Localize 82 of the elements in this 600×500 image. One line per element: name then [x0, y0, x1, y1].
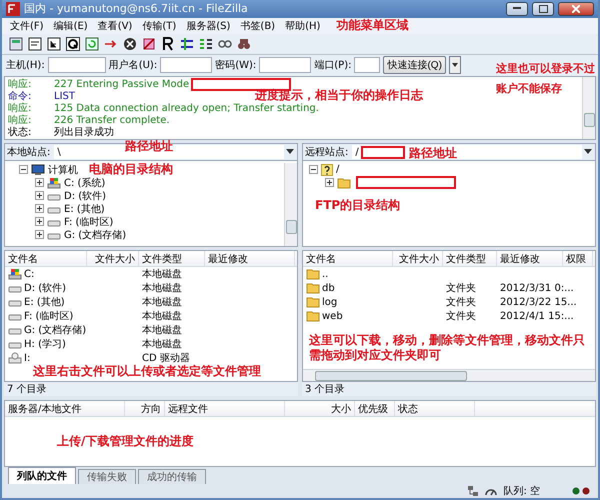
modified-date: 2012/3/31 0:...	[499, 282, 575, 294]
file-name[interactable]: F: (临时区)	[24, 309, 74, 324]
column-header[interactable]: 方向	[125, 401, 165, 416]
file-type: 本地磁盘	[141, 296, 183, 310]
annotation-text: 这里也可以登录不过账户不能保存	[496, 60, 596, 97]
file-name[interactable]: I:	[24, 352, 30, 364]
menu-item[interactable]: 书签(B)	[238, 18, 278, 33]
file-type: 本地磁盘	[141, 282, 183, 296]
tree-item[interactable]: E: (其他)	[64, 202, 105, 216]
tree-item[interactable]: /	[336, 164, 340, 176]
column-header[interactable]: 文件大小	[87, 251, 139, 266]
tree-item[interactable]: F: (临时区)	[64, 214, 114, 229]
log-label: 响应:	[8, 78, 32, 91]
log-message: 227 Entering Passive Mode	[54, 78, 190, 90]
column-header[interactable]: 优先级	[355, 401, 395, 416]
modified-date: 2012/3/22 15...	[499, 296, 578, 308]
file-name[interactable]: G: (文档存储)	[24, 323, 86, 338]
annotation-text: 上传/下载管理文件的进度	[57, 433, 194, 450]
column-header[interactable]: 文件名	[303, 251, 393, 266]
log-message: 列出目录成功	[54, 126, 114, 140]
directory-count: 7 个目录	[7, 383, 47, 396]
log-label: 响应:	[8, 114, 32, 126]
column-header[interactable]: 大小	[285, 401, 355, 416]
log-label: 响应:	[8, 102, 32, 114]
annotation-text: 功能菜单区域	[336, 17, 408, 34]
window-title: 国内 - yumanutong@ns6.7iit.cn - FileZilla	[24, 1, 248, 16]
menu-item[interactable]: 编辑(E)	[52, 18, 90, 33]
file-name[interactable]: log	[322, 296, 338, 308]
quickconnect-button[interactable]: 快速连接(Q)	[383, 56, 446, 74]
log-label: 状态:	[8, 126, 32, 140]
file-type: 本地磁盘	[141, 338, 183, 352]
column-header[interactable]: 文件名	[5, 251, 87, 266]
tab[interactable]: 成功的传输	[138, 468, 206, 484]
tab[interactable]: 列队的文件	[8, 466, 76, 484]
file-name[interactable]: D: (软件)	[24, 281, 66, 296]
file-type: CD 驱动器	[141, 352, 191, 364]
annotation-text: 电脑的目录结构	[89, 161, 173, 178]
menu-item[interactable]: 帮助(H)	[283, 18, 322, 33]
password-label: 密码(W):	[215, 58, 256, 72]
menu-item[interactable]: 服务器(S)	[184, 18, 232, 33]
file-name[interactable]: db	[322, 282, 335, 294]
tree-item[interactable]: C: (系统)	[64, 176, 106, 190]
file-type: 文件夹	[445, 282, 477, 296]
file-type: 本地磁盘	[141, 324, 183, 338]
file-type: 文件夹	[445, 310, 477, 324]
file-name[interactable]: H: (学习)	[24, 337, 66, 352]
queue-status: 队列: 空	[503, 484, 540, 498]
host-label: 主机(H):	[6, 58, 45, 72]
log-message: 125 Data connection already open; Transfer starting.	[54, 102, 319, 114]
log-message: LIST	[54, 90, 75, 102]
tree-item[interactable]: 计算机	[48, 162, 78, 177]
column-header[interactable]: 服务器/本地文件	[5, 401, 125, 416]
column-header[interactable]: 文件类型	[139, 251, 205, 266]
menu-item[interactable]: 查看(V)	[96, 18, 134, 33]
annotation-text: 这里右击文件可以上传或者选定等文件管理	[33, 364, 261, 380]
modified-date: 2012/4/1 15:...	[499, 310, 575, 322]
file-name[interactable]: ..	[322, 268, 328, 280]
annotation-text: 这里可以下载，移动，删除等文件管理，移动文件只需拖动到对应文件夹即可	[309, 333, 586, 364]
menu-item[interactable]: 传输(T)	[140, 18, 178, 33]
annotation-text: FTP的目录结构	[315, 197, 400, 214]
file-name[interactable]: C:	[24, 268, 34, 280]
file-name[interactable]: web	[322, 310, 343, 322]
file-type: 文件夹	[445, 296, 477, 310]
tab[interactable]: 传输失败	[78, 468, 136, 484]
directory-count: 3 个目录	[305, 383, 345, 396]
log-label: 命令:	[8, 90, 32, 102]
file-type: 本地磁盘	[141, 310, 183, 324]
column-header[interactable]: 远程文件	[165, 401, 285, 416]
column-header[interactable]: 权限	[563, 251, 593, 266]
column-header[interactable]: 最近修改	[205, 251, 295, 266]
column-header[interactable]: 文件类型	[443, 251, 497, 266]
column-header[interactable]: 文件大小	[393, 251, 443, 266]
column-header[interactable]: 最近修改	[497, 251, 563, 266]
file-type: 本地磁盘	[141, 268, 183, 282]
tree-item[interactable]: D: (软件)	[64, 188, 106, 203]
port-label: 端口(P):	[314, 58, 352, 72]
tree-item[interactable]: G: (文档存储)	[64, 228, 126, 242]
menu-item[interactable]: 文件(F)	[8, 18, 46, 33]
log-message: 226 Transfer complete.	[54, 114, 170, 126]
username-label: 用户名(U):	[108, 58, 158, 72]
column-header[interactable]: 状态	[395, 401, 475, 416]
file-name[interactable]: E: (其他)	[24, 295, 65, 310]
